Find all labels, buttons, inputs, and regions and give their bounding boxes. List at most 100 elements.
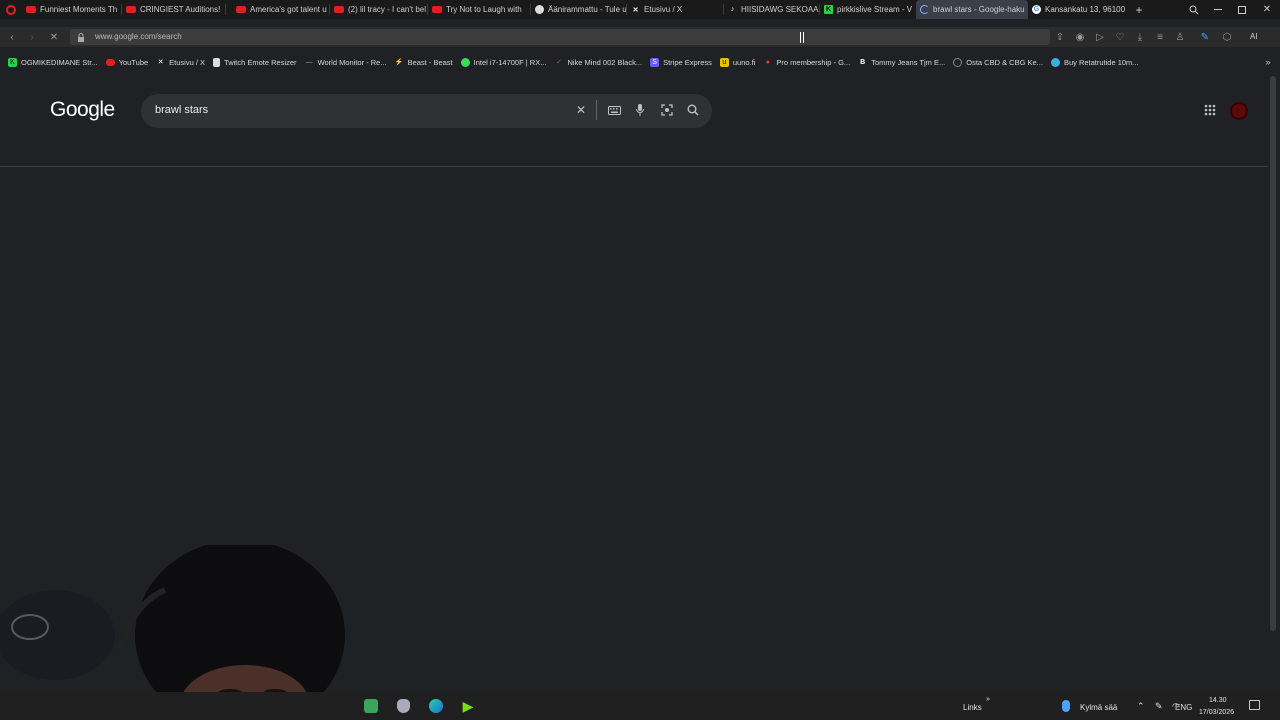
- extension-icon[interactable]: ✎: [1197, 29, 1213, 45]
- weather-label[interactable]: Kylmä sää: [1080, 703, 1117, 712]
- discord-icon[interactable]: [362, 697, 380, 715]
- ai-label: AI: [1250, 32, 1258, 41]
- youtube-icon: [236, 6, 246, 13]
- bookmark-label: Stripe Express: [663, 57, 712, 67]
- circle-icon: [953, 57, 963, 67]
- microphone-icon[interactable]: [632, 102, 648, 118]
- address-bar[interactable]: [70, 29, 1050, 45]
- bookmark-1[interactable]: YouTube: [105, 58, 148, 67]
- google-logo[interactable]: Google: [50, 98, 115, 122]
- search-icon[interactable]: [685, 102, 701, 118]
- tab-1[interactable]: CRINGIEST Auditions!: [122, 0, 226, 19]
- tab-5[interactable]: Äänirammattu - Tule u: [531, 0, 627, 19]
- bookmark-12[interactable]: Osta CBD & CBG Ke...: [953, 57, 1043, 67]
- search-input[interactable]: brawl stars: [155, 104, 208, 116]
- menu-icon[interactable]: ≡: [1152, 29, 1168, 45]
- tab-label: (2) lil tracy - I can't bel: [348, 5, 426, 14]
- camera-icon[interactable]: ◉: [1072, 29, 1088, 45]
- restore-button[interactable]: [1230, 0, 1254, 19]
- bookmark-label: uuno.fi: [732, 57, 756, 67]
- youtube-icon: [432, 6, 442, 13]
- x-icon: ✕: [157, 59, 164, 66]
- youtube-icon: [126, 6, 136, 13]
- puzzle-icon[interactable]: ⬡: [1219, 29, 1235, 45]
- tab-label: Kansankatu 13, 96100: [1045, 5, 1126, 14]
- bookmark-6[interactable]: Intel i7-14700F | RX...: [460, 57, 546, 67]
- bookmark-4[interactable]: — World Monitor - Re...: [305, 58, 387, 67]
- tab-10[interactable]: G Kansankatu 13, 96100: [1028, 0, 1127, 19]
- bookmark-label: Beast - Beast: [407, 57, 453, 67]
- bookmark-9[interactable]: u uuno.fi: [719, 57, 756, 67]
- tab-8[interactable]: Kpirkkislive Stream - V: [820, 0, 916, 19]
- back-icon[interactable]: ‹: [4, 29, 20, 45]
- tab-label: Try Not to Laugh with: [446, 5, 522, 14]
- tab-search-icon[interactable]: [1182, 0, 1206, 19]
- bookmark-5[interactable]: ⚡ Beast - Beast: [395, 58, 453, 67]
- bookmark-11[interactable]: B Tommy Jeans Tjm E...: [858, 58, 945, 67]
- bookmarks-bar: K OGMIKEDIMANE Str... YouTube ✕ Etusivu / …: [0, 53, 1280, 71]
- tab-2[interactable]: America's got talent u: [226, 0, 330, 19]
- profile-icon[interactable]: ♙: [1172, 29, 1188, 45]
- bold-icon: B: [860, 58, 866, 66]
- tab-3[interactable]: (2) lil tracy - I can't bel: [330, 0, 428, 19]
- uuno-icon: u: [719, 57, 729, 67]
- drop-icon: [1050, 57, 1060, 67]
- download-icon[interactable]: ⤓: [1132, 29, 1148, 45]
- clear-icon[interactable]: ✕: [573, 102, 589, 118]
- minimize-button[interactable]: [1206, 0, 1230, 19]
- youtube-icon: [26, 6, 36, 13]
- links-label[interactable]: Links: [963, 703, 982, 712]
- pen-icon[interactable]: ✎: [1155, 701, 1163, 712]
- clock-date[interactable]: 17/03/2026: [1199, 709, 1234, 716]
- tab-label: CRINGIEST Auditions!: [140, 5, 221, 14]
- bookmark-0[interactable]: K OGMIKEDIMANE Str...: [8, 57, 98, 67]
- forward-icon[interactable]: ›: [24, 29, 40, 45]
- links-chevron-icon[interactable]: »: [986, 696, 990, 703]
- monitor-icon: —: [305, 58, 313, 66]
- bookmark-7[interactable]: ✓ Nike Mind 002 Black...: [554, 58, 642, 67]
- bookmark-3[interactable]: Twitch Emote Resizer: [213, 57, 297, 67]
- stripe-icon: S: [650, 57, 660, 67]
- shield-icon[interactable]: [394, 697, 412, 715]
- bookmark-label: Twitch Emote Resizer: [224, 57, 297, 67]
- tab-4[interactable]: Try Not to Laugh with: [428, 0, 531, 19]
- browser-menu-icon[interactable]: [0, 0, 22, 19]
- lens-icon[interactable]: [659, 102, 675, 118]
- close-window-button[interactable]: ✕: [1254, 0, 1280, 19]
- new-tab-button[interactable]: +: [1127, 3, 1151, 17]
- search-box[interactable]: [141, 94, 712, 128]
- tray-chevron-icon[interactable]: ⌃: [1137, 701, 1145, 712]
- page-icon: [213, 57, 221, 67]
- avatar[interactable]: [1230, 102, 1248, 120]
- bookmarks-overflow-icon[interactable]: »: [1256, 57, 1280, 67]
- scrollbar-thumb[interactable]: [1270, 76, 1276, 631]
- address-text[interactable]: www.google.com/search: [95, 32, 182, 41]
- bookmark-10[interactable]: ● Pro membership - G...: [763, 58, 850, 67]
- bookmark-13[interactable]: Buy Retatrutide 10m...: [1050, 57, 1139, 67]
- clock-time[interactable]: 14.30: [1209, 697, 1227, 704]
- tab-6[interactable]: ✕ Etusivu / X: [627, 0, 724, 19]
- stream-app-icon[interactable]: ▶: [459, 697, 477, 715]
- edge-icon[interactable]: [427, 697, 445, 715]
- tab-label: America's got talent u: [250, 5, 327, 14]
- tab-label: Etusivu / X: [644, 5, 683, 14]
- globe-icon: [460, 57, 470, 67]
- ai-button[interactable]: AI: [1250, 32, 1258, 41]
- language-label[interactable]: ENG: [1175, 703, 1192, 712]
- tab-7[interactable]: ♪ HIISIDAWG SEKOAA #: [724, 0, 820, 19]
- keyboard-icon[interactable]: [606, 102, 622, 118]
- bookmark-label: Buy Retatrutide 10m...: [1063, 57, 1139, 67]
- play-icon[interactable]: ▷: [1092, 29, 1108, 45]
- bookmark-2[interactable]: ✕ Etusivu / X: [156, 58, 205, 67]
- tiktok-icon: ♪: [730, 6, 735, 13]
- tab-0[interactable]: Funniest Moments Th: [22, 0, 122, 19]
- notification-icon[interactable]: [1249, 700, 1260, 710]
- share-icon[interactable]: ⇪: [1052, 29, 1068, 45]
- tab-9-active[interactable]: brawl stars - Google-haku: [916, 0, 1028, 19]
- pin-icon: ●: [765, 58, 771, 66]
- heart-icon[interactable]: ♡: [1112, 29, 1128, 45]
- bookmark-8[interactable]: S Stripe Express: [650, 57, 712, 67]
- apps-grid-icon[interactable]: [1202, 102, 1218, 118]
- stop-loading-icon[interactable]: ✕: [46, 29, 62, 45]
- tab-label: Äänirammattu - Tule u: [548, 5, 627, 14]
